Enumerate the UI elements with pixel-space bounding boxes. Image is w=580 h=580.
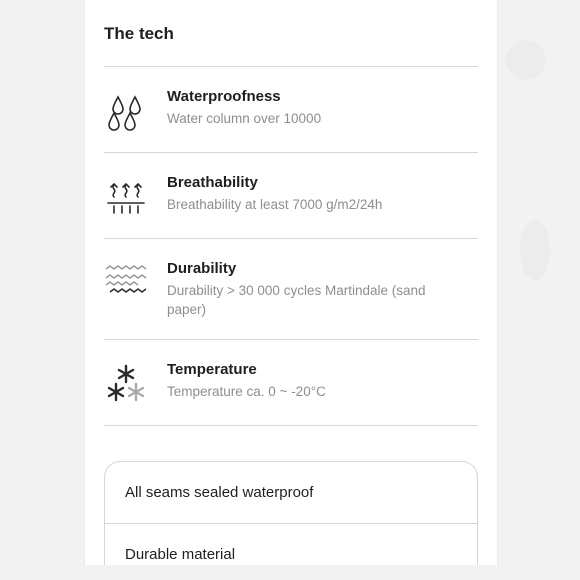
tech-item-title: Temperature — [167, 361, 257, 378]
water-drops-icon — [108, 95, 141, 131]
tech-item-temperature: Temperature Temperature ca. 0 ~ -20°C — [104, 340, 478, 426]
tech-item-title: Breathability — [167, 174, 258, 191]
feature-item: All seams sealed waterproof — [105, 462, 477, 524]
tech-item-text: Durability Durability > 30 000 cycles Ma… — [167, 239, 478, 319]
tech-item-description: Water column over 10000 — [167, 111, 322, 126]
feature-item: Durable material — [105, 524, 477, 565]
background-blob — [506, 40, 546, 80]
background-blob — [520, 220, 550, 280]
product-tech-panel: The tech Waterproofness Water column ove… — [84, 0, 498, 565]
breathability-arrows-icon — [107, 182, 145, 214]
tech-item-description: Breathability at least 7000 g/m2/24h — [167, 197, 383, 212]
tech-item-durability: Durability Durability > 30 000 cycles Ma… — [104, 239, 478, 340]
tech-item-title: Waterproofness — [167, 88, 281, 105]
tech-list: Waterproofness Water column over 10000 B… — [104, 66, 478, 426]
tech-item-text: Waterproofness Water column over 10000 — [167, 67, 478, 128]
tech-item-title: Durability — [167, 260, 237, 277]
tech-item-waterproofness: Waterproofness Water column over 10000 — [104, 67, 478, 153]
tech-item-breathability: Breathability Breathability at least 700… — [104, 153, 478, 239]
tech-item-text: Breathability Breathability at least 700… — [167, 153, 478, 214]
tech-item-description: Temperature ca. 0 ~ -20°C — [167, 384, 326, 399]
tech-item-description: Durability > 30 000 cycles Martindale (s… — [167, 283, 426, 317]
section-title: The tech — [104, 24, 174, 43]
snowflakes-icon — [107, 364, 145, 402]
tech-item-text: Temperature Temperature ca. 0 ~ -20°C — [167, 340, 478, 401]
features-list: All seams sealed waterproof Durable mate… — [104, 461, 478, 565]
zigzag-durability-icon — [105, 265, 147, 293]
